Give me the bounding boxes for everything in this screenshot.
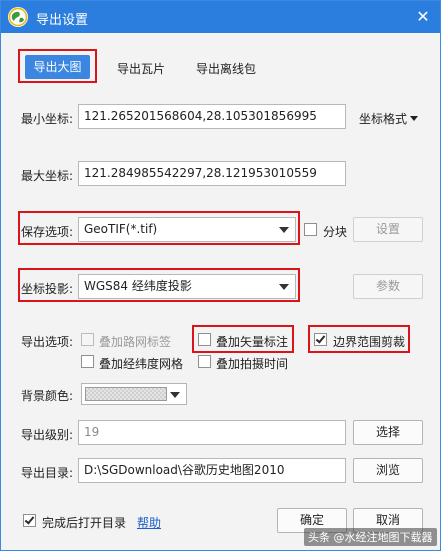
- save-format-value: GeoTIF(*.tif): [84, 222, 158, 236]
- window-title: 导出设置: [36, 13, 89, 28]
- params-button[interactable]: 参数: [353, 274, 423, 299]
- coord-format-dropdown[interactable]: 坐标格式: [359, 110, 419, 127]
- export-level-label: 导出级别:: [21, 428, 74, 442]
- projection-value: WGS84 经纬度投影: [84, 279, 192, 293]
- boundary-clip-checkbox[interactable]: [314, 333, 327, 346]
- dropdown-arrow-icon: [410, 116, 419, 121]
- save-format-select[interactable]: GeoTIF(*.tif): [78, 217, 296, 242]
- tab-export-large-image[interactable]: 导出大图: [25, 55, 90, 79]
- export-level-input[interactable]: 19: [78, 420, 346, 445]
- min-coord-input[interactable]: 121.265201568604,28.105301856995: [78, 104, 346, 129]
- close-icon[interactable]: ✕: [414, 8, 432, 26]
- chevron-down-icon: [279, 284, 289, 290]
- latlon-grid-text: 叠加经纬度网格: [99, 357, 184, 371]
- boundary-clip-text: 边界范围剪裁: [333, 335, 406, 349]
- export-dir-label: 导出目录:: [21, 466, 74, 480]
- road-label-text: 叠加路网标签: [99, 335, 172, 349]
- export-dir-input[interactable]: D:\SGDownload\谷歌历史地图2010: [78, 458, 346, 483]
- help-link[interactable]: 帮助: [137, 514, 161, 531]
- background-color-picker[interactable]: [81, 383, 187, 405]
- transparent-swatch: [85, 387, 167, 401]
- latlon-grid-checkbox[interactable]: [81, 355, 94, 368]
- capture-time-checkbox[interactable]: [198, 355, 211, 368]
- max-coord-label: 最大坐标:: [21, 169, 74, 183]
- select-level-button[interactable]: 选择: [353, 420, 423, 445]
- open-after-checkbox[interactable]: [23, 514, 36, 527]
- min-coord-label: 最小坐标:: [21, 112, 74, 126]
- open-after-label: 完成后打开目录: [42, 516, 127, 530]
- export-options-label: 导出选项:: [21, 335, 74, 349]
- watermark: 头条 @水经注地图下载器: [304, 528, 437, 546]
- projection-label: 坐标投影:: [21, 282, 74, 296]
- vector-label-text: 叠加矢量标注: [216, 335, 289, 349]
- projection-select[interactable]: WGS84 经纬度投影: [78, 274, 296, 299]
- save-option-label: 保存选项:: [21, 225, 74, 239]
- vector-label-checkbox[interactable]: [198, 333, 211, 346]
- road-label-checkbox[interactable]: [81, 333, 94, 346]
- settings-button[interactable]: 设置: [353, 217, 423, 242]
- split-label: 分块: [323, 225, 348, 239]
- tab-export-tiles[interactable]: 导出瓦片: [117, 60, 165, 77]
- checkmark-icon: [315, 333, 326, 344]
- globe-icon: [8, 7, 28, 27]
- coord-format-label: 坐标格式: [359, 112, 408, 126]
- capture-time-text: 叠加拍摄时间: [216, 357, 289, 371]
- tab-export-offline-package[interactable]: 导出离线包: [196, 60, 256, 77]
- title-bar[interactable]: 导出设置 ✕: [1, 1, 440, 33]
- split-checkbox[interactable]: [304, 223, 317, 236]
- export-settings-window: 导出设置 ✕ 导出大图 导出瓦片 导出离线包 最小坐标: 121.2652015…: [0, 0, 441, 551]
- chevron-down-icon: [279, 227, 289, 233]
- checkmark-icon: [24, 514, 35, 525]
- browse-button[interactable]: 浏览: [353, 458, 423, 483]
- max-coord-input[interactable]: 121.284985542297,28.121953010559: [78, 161, 346, 186]
- chevron-down-icon: [170, 392, 180, 398]
- background-color-label: 背景颜色:: [21, 389, 74, 403]
